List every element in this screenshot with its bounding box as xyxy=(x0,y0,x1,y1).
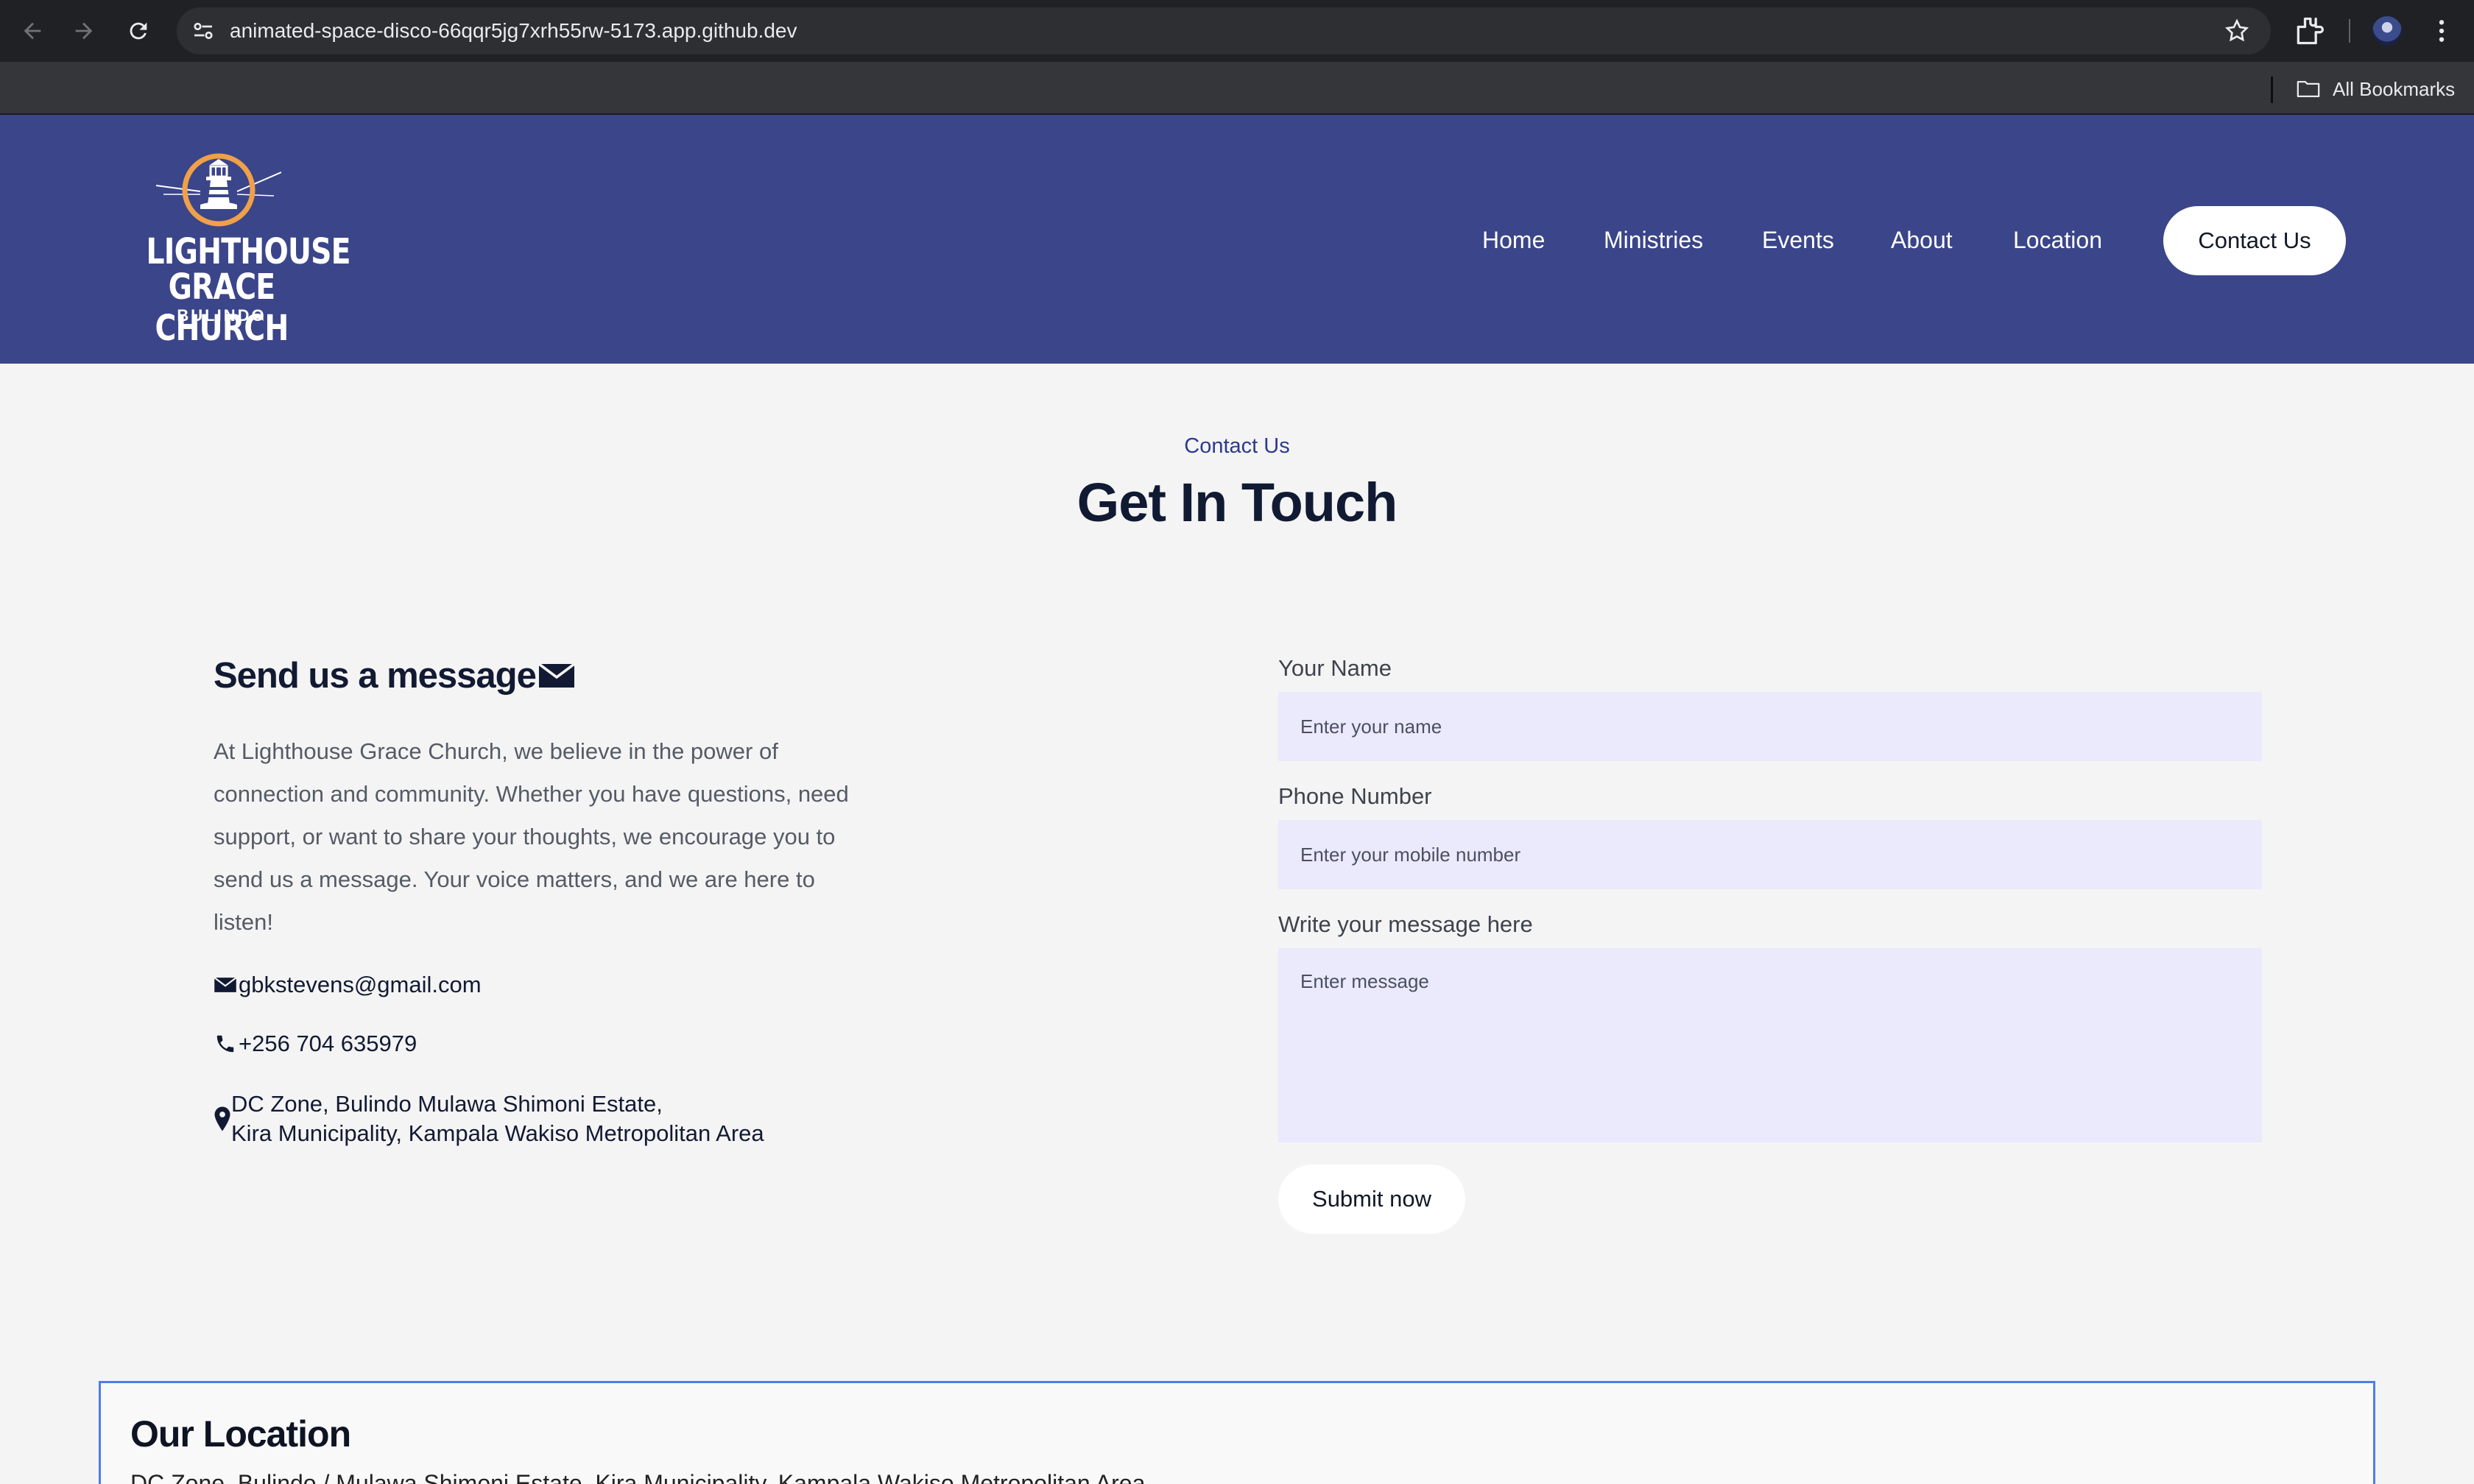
church-logo[interactable]: LIGHTHOUSE GRACE CHURCH BULINDO xyxy=(130,150,351,349)
nav-about[interactable]: About xyxy=(1891,225,1953,255)
more-menu-icon[interactable] xyxy=(2427,16,2456,46)
section-kicker: Contact Us xyxy=(1184,434,1290,458)
bookmark-star-icon[interactable] xyxy=(2224,18,2250,44)
address-contact: DC Zone, Bulindo Mulawa Shimoni Estate, … xyxy=(214,1089,764,1148)
site-info-icon[interactable] xyxy=(190,18,216,44)
email-icon xyxy=(214,977,237,992)
folder-icon[interactable] xyxy=(2296,78,2321,100)
site-header: LIGHTHOUSE GRACE CHURCH BULINDO Home Min… xyxy=(0,115,2474,364)
logo-line3: BULINDO xyxy=(177,306,267,325)
name-input[interactable] xyxy=(1278,692,2262,761)
phone-contact[interactable]: +256 704 635979 xyxy=(214,1031,417,1057)
message-heading-text: Send us a message xyxy=(214,656,537,696)
address-line1: DC Zone, Bulindo Mulawa Shimoni Estate, xyxy=(231,1091,663,1117)
email-text: gbkstevens@gmail.com xyxy=(239,972,482,997)
message-textarea[interactable] xyxy=(1278,948,2262,1142)
phone-input[interactable] xyxy=(1278,820,2262,889)
message-label: Write your message here xyxy=(1278,911,1533,937)
nav-location[interactable]: Location xyxy=(2013,225,2102,255)
location-title: Our Location xyxy=(130,1413,351,1455)
lighthouse-logo-icon xyxy=(156,153,281,227)
envelope-icon xyxy=(538,662,575,688)
address-bar[interactable]: animated-space-disco-66qqr5jg7xrh55rw-51… xyxy=(177,7,2271,54)
page-title: Get In Touch xyxy=(1076,472,1398,533)
location-card: Our Location DC Zone, Bulindo / Mulawa S… xyxy=(99,1381,2375,1484)
email-contact[interactable]: gbkstevens@gmail.com xyxy=(214,972,482,998)
bookmarks-bar: All Bookmarks xyxy=(0,62,2474,115)
phone-icon xyxy=(216,1035,234,1053)
nav-home[interactable]: Home xyxy=(1482,225,1545,255)
all-bookmarks-link[interactable]: All Bookmarks xyxy=(2333,75,2455,103)
message-description: At Lighthouse Grace Church, we believe i… xyxy=(214,738,849,935)
nav-events[interactable]: Events xyxy=(1762,225,1834,255)
map-pin-icon xyxy=(214,1106,230,1131)
forward-icon[interactable] xyxy=(66,13,102,49)
name-label: Your Name xyxy=(1278,655,1392,681)
back-icon[interactable] xyxy=(15,13,50,49)
address-line2: Kira Municipality, Kampala Wakiso Metrop… xyxy=(231,1120,764,1146)
extensions-icon[interactable] xyxy=(2293,15,2325,47)
submit-button[interactable]: Submit now xyxy=(1278,1165,1465,1234)
nav-ministries[interactable]: Ministries xyxy=(1604,225,1703,255)
message-heading: Send us a message xyxy=(214,655,576,696)
browser-toolbar: animated-space-disco-66qqr5jg7xrh55rw-51… xyxy=(0,0,2474,62)
phone-label: Phone Number xyxy=(1278,783,1432,809)
location-address: DC Zone, Bulindo / Mulawa Shimoni Estate… xyxy=(130,1470,1146,1484)
profile-avatar[interactable] xyxy=(2372,16,2402,46)
reload-icon[interactable] xyxy=(121,13,156,49)
bookmarks-divider xyxy=(2271,77,2273,103)
toolbar-divider xyxy=(2349,19,2350,43)
contact-us-button[interactable]: Contact Us xyxy=(2163,206,2346,275)
url-text: animated-space-disco-66qqr5jg7xrh55rw-51… xyxy=(230,19,797,42)
phone-text: +256 704 635979 xyxy=(239,1031,417,1056)
